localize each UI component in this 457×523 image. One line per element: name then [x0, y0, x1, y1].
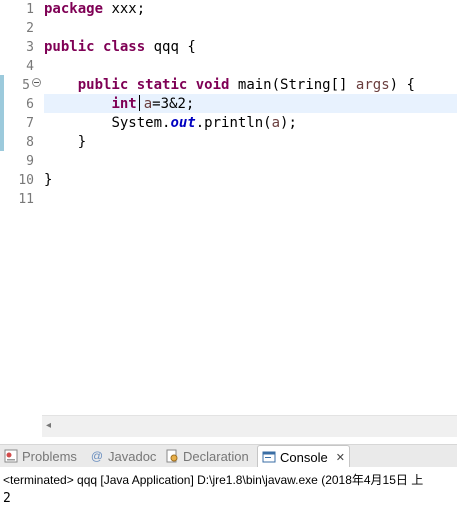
tab-problems[interactable]: Problems: [4, 445, 77, 467]
keyword: static: [136, 77, 188, 93]
fold-collapse-icon[interactable]: [32, 78, 41, 87]
code-text: main(String[]: [229, 77, 356, 93]
keyword: class: [103, 39, 146, 55]
code-line-5: public static void main(String[] args) {: [44, 76, 415, 95]
line-number-gutter: 1 2 3 4 5 6 7 8 9 10 11: [0, 0, 42, 415]
code-line-1: package xxx;: [44, 0, 145, 19]
bottom-panel-tabbar: Problems @ Javadoc Declaration Console ✕: [0, 444, 457, 468]
code-text-area[interactable]: package xxx; public class qqq { public s…: [44, 0, 457, 415]
code-line-6: int a=3&2;: [44, 95, 194, 114]
tab-label: Javadoc: [108, 448, 157, 464]
tab-javadoc[interactable]: @ Javadoc: [90, 445, 157, 467]
code-text: xxx;: [103, 1, 146, 17]
console-output: 2: [3, 491, 11, 506]
scroll-left-icon[interactable]: ◂: [46, 420, 51, 432]
console-icon: [262, 450, 276, 464]
line-number: 1: [26, 2, 34, 17]
text-caret: [138, 95, 140, 111]
parameter-name: args: [355, 77, 390, 93]
tab-label: Console: [280, 449, 328, 465]
keyword: int: [111, 96, 137, 112]
code-line-10: }: [44, 172, 53, 188]
code-line-3: public class qqq {: [44, 38, 196, 57]
code-text: System.: [111, 115, 171, 131]
code-text: .println(: [195, 115, 272, 131]
line-number: 7: [26, 116, 34, 131]
static-field: out: [170, 115, 196, 131]
tab-console[interactable]: Console ✕: [257, 445, 350, 468]
keyword: void: [195, 77, 230, 93]
tab-declaration[interactable]: Declaration: [165, 445, 249, 467]
line-number: 10: [18, 173, 34, 188]
problems-icon: [4, 449, 18, 463]
line-number: 6: [26, 97, 34, 112]
code-text: );: [280, 115, 297, 131]
code-text: qqq {: [145, 39, 196, 55]
line-number: 11: [18, 192, 34, 207]
code-text: ) {: [389, 77, 415, 93]
keyword: public: [44, 39, 95, 55]
tab-label: Declaration: [183, 448, 249, 464]
line-number: 5: [22, 78, 30, 93]
variable-name: a: [143, 96, 153, 112]
variable-name: a: [271, 115, 281, 131]
line-number: 9: [26, 154, 34, 169]
code-text: =3&2;: [152, 96, 195, 112]
line-number: 8: [26, 135, 34, 150]
close-icon[interactable]: ✕: [336, 451, 345, 464]
line-number: 4: [26, 59, 34, 74]
console-view[interactable]: <terminated> qqq [Java Application] D:\j…: [0, 467, 457, 523]
keyword: package: [44, 1, 104, 17]
code-line-8: }: [44, 134, 87, 150]
code-line-7: System.out.println(a);: [44, 114, 297, 133]
console-status-text: <terminated> qqq [Java Application] D:\j…: [3, 473, 424, 487]
javadoc-icon: @: [90, 449, 104, 463]
keyword: public: [77, 77, 129, 93]
line-number: 3: [26, 40, 34, 55]
code-editor[interactable]: 1 2 3 4 5 6 7 8 9 10 11 package xxx; pub…: [0, 0, 457, 415]
declaration-icon: [165, 449, 179, 463]
horizontal-scrollbar[interactable]: ◂: [42, 415, 457, 437]
line-number: 2: [26, 21, 34, 36]
tab-label: Problems: [22, 448, 77, 464]
